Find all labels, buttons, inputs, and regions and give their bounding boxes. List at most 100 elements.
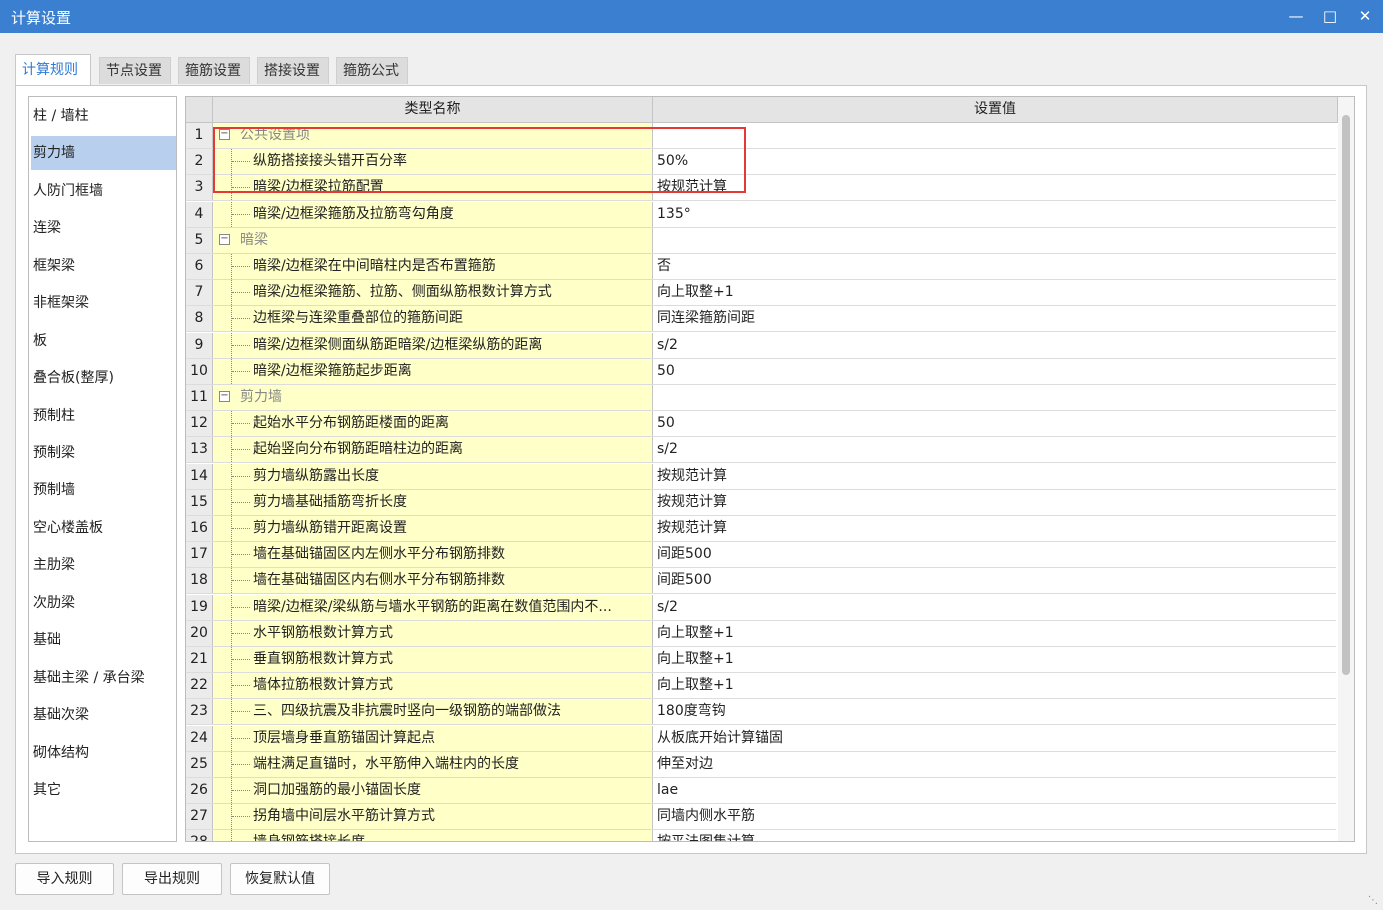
setting-value-cell[interactable]: 伸至对边 [653, 752, 1336, 777]
type-name-cell[interactable]: 水平钢筋根数计算方式 [213, 620, 653, 646]
table-row[interactable]: 17 墙在基础锚固区内左侧水平分布钢筋排数 间距500 [186, 542, 1336, 569]
setting-value-cell[interactable]: 间距500 [653, 542, 1336, 567]
table-row[interactable]: 19 暗梁/边框梁/梁纵筋与墙水平钢筋的距离在数值范围内不... s/2 [186, 594, 1336, 621]
sidebar-item[interactable]: 预制墙 [31, 473, 176, 507]
setting-value-cell[interactable]: lae [653, 778, 1336, 803]
sidebar-item[interactable]: 柱 / 墙柱 [31, 99, 176, 133]
type-name-cell[interactable]: 剪力墙基础插筋弯折长度 [213, 489, 653, 515]
restore-defaults-button[interactable]: 恢复默认值 [230, 863, 330, 895]
type-name-cell[interactable]: 三、四级抗震及非抗震时竖向一级钢筋的端部做法 [213, 699, 653, 725]
sidebar-item[interactable]: 连梁 [31, 211, 176, 245]
tab-calc-rules[interactable]: 计算规则 [15, 54, 91, 86]
resize-grip-icon[interactable]: ⋱ [1368, 895, 1380, 907]
sidebar-item[interactable]: 其它 [31, 773, 176, 807]
setting-value-cell[interactable]: 按规范计算 [653, 516, 1336, 541]
scrollbar-thumb[interactable] [1342, 115, 1350, 675]
setting-value-cell[interactable]: 135° [653, 202, 1336, 227]
collapse-icon[interactable]: − [219, 391, 230, 402]
type-name-cell[interactable]: 起始水平分布钢筋距楼面的距离 [213, 411, 653, 437]
table-row[interactable]: 8 边框梁与连梁重叠部位的箍筋间距 同连梁箍筋间距 [186, 306, 1336, 333]
setting-value-cell[interactable]: 180度弯钩 [653, 699, 1336, 724]
type-name-cell[interactable]: 边框梁与连梁重叠部位的箍筋间距 [213, 306, 653, 332]
sidebar-item[interactable]: 非框架梁 [31, 286, 176, 320]
sidebar-item[interactable]: 空心楼盖板 [31, 511, 176, 545]
table-row[interactable]: 22 墙体拉筋根数计算方式 向上取整+1 [186, 673, 1336, 700]
setting-value-cell[interactable] [653, 385, 1336, 410]
table-row[interactable]: 18 墙在基础锚固区内右侧水平分布钢筋排数 间距500 [186, 568, 1336, 595]
vertical-scrollbar[interactable] [1338, 97, 1354, 841]
type-name-cell[interactable]: 起始竖向分布钢筋距暗柱边的距离 [213, 437, 653, 463]
type-name-cell[interactable]: 墙在基础锚固区内右侧水平分布钢筋排数 [213, 568, 653, 594]
table-row[interactable]: 20 水平钢筋根数计算方式 向上取整+1 [186, 620, 1336, 647]
group-name-cell[interactable]: − 剪力墙 [213, 385, 653, 410]
setting-value-cell[interactable]: 从板底开始计算锚固 [653, 726, 1336, 751]
sidebar-item[interactable]: 基础主梁 / 承台梁 [31, 661, 176, 695]
sidebar-item[interactable]: 主肋梁 [31, 548, 176, 582]
setting-value-cell[interactable]: 向上取整+1 [653, 621, 1336, 646]
setting-value-cell[interactable]: s/2 [653, 595, 1336, 620]
tab-node-settings[interactable]: 节点设置 [99, 57, 171, 84]
table-row[interactable]: 5− 暗梁 [186, 227, 1336, 254]
type-name-cell[interactable]: 拐角墙中间层水平筋计算方式 [213, 804, 653, 830]
type-name-cell[interactable]: 洞口加强筋的最小锚固长度 [213, 778, 653, 803]
group-name-cell[interactable]: − 公共设置项 [213, 123, 653, 148]
table-row[interactable]: 28 墙身钢筋搭接长度 按平法图集计算 [186, 830, 1336, 841]
table-row[interactable]: 21 垂直钢筋根数计算方式 向上取整+1 [186, 647, 1336, 673]
setting-value-cell[interactable]: 按规范计算 [653, 175, 1336, 200]
setting-value-cell[interactable]: s/2 [653, 333, 1336, 358]
table-row[interactable]: 26 洞口加强筋的最小锚固长度 lae [186, 778, 1336, 804]
header-type-name[interactable]: 类型名称 [213, 97, 653, 122]
group-name-cell[interactable]: − 暗梁 [213, 227, 653, 253]
type-name-cell[interactable]: 墙身钢筋搭接长度 [213, 830, 653, 841]
type-name-cell[interactable]: 暗梁/边框梁箍筋及拉筋弯勾角度 [213, 201, 653, 227]
setting-value-cell[interactable]: 同墙内侧水平筋 [653, 804, 1336, 829]
type-name-cell[interactable]: 暗梁/边框梁在中间暗柱内是否布置箍筋 [213, 254, 653, 279]
type-name-cell[interactable]: 剪力墙纵筋错开距离设置 [213, 516, 653, 541]
tab-stirrup-settings[interactable]: 箍筋设置 [178, 57, 250, 84]
sidebar-item[interactable]: 框架梁 [31, 249, 176, 283]
table-row[interactable]: 12 起始水平分布钢筋距楼面的距离 50 [186, 411, 1336, 438]
setting-value-cell[interactable]: s/2 [653, 437, 1336, 462]
setting-value-cell[interactable]: 按平法图集计算 [653, 830, 1336, 841]
setting-value-cell[interactable]: 向上取整+1 [653, 280, 1336, 305]
setting-value-cell[interactable]: 50 [653, 359, 1336, 384]
tab-lap-settings[interactable]: 搭接设置 [257, 57, 329, 84]
component-list[interactable]: 柱 / 墙柱 剪力墙 人防门框墙 连梁 框架梁 非框架梁板叠合板(整厚) 预制柱 预制梁 预制墙… [28, 96, 177, 842]
collapse-icon[interactable]: − [219, 129, 230, 140]
table-row[interactable]: 9 暗梁/边框梁侧面纵筋距暗梁/边框梁纵筋的距离 s/2 [186, 332, 1336, 359]
maximize-icon[interactable]: □ [1317, 4, 1343, 28]
setting-value-cell[interactable]: 按规范计算 [653, 464, 1336, 489]
setting-value-cell[interactable]: 否 [653, 254, 1336, 279]
setting-value-cell[interactable]: 50% [653, 149, 1336, 174]
type-name-cell[interactable]: 暗梁/边框梁侧面纵筋距暗梁/边框梁纵筋的距离 [213, 332, 653, 358]
setting-value-cell[interactable]: 向上取整+1 [653, 647, 1336, 672]
setting-value-cell[interactable] [653, 123, 1336, 148]
sidebar-item[interactable]: 砌体结构 [31, 736, 176, 770]
table-row[interactable]: 2 纵筋搭接接头错开百分率 50% [186, 149, 1336, 176]
export-rules-button[interactable]: 导出规则 [122, 863, 222, 895]
close-icon[interactable]: ✕ [1352, 4, 1378, 28]
sidebar-item[interactable]: 基础 [31, 623, 176, 657]
table-row[interactable]: 14 剪力墙纵筋露出长度 按规范计算 [186, 463, 1336, 490]
sidebar-item[interactable]: 基础次梁 [31, 698, 176, 732]
type-name-cell[interactable]: 端柱满足直锚时，水平筋伸入端柱内的长度 [213, 751, 653, 777]
type-name-cell[interactable]: 暗梁/边框梁箍筋起步距离 [213, 358, 653, 384]
type-name-cell[interactable]: 墙在基础锚固区内左侧水平分布钢筋排数 [213, 542, 653, 568]
setting-value-cell[interactable]: 同连梁箍筋间距 [653, 306, 1336, 331]
import-rules-button[interactable]: 导入规则 [15, 863, 114, 895]
table-row[interactable]: 11− 剪力墙 [186, 385, 1336, 411]
type-name-cell[interactable]: 暗梁/边框梁拉筋配置 [213, 175, 653, 201]
table-row[interactable]: 13 起始竖向分布钢筋距暗柱边的距离 s/2 [186, 437, 1336, 464]
setting-value-cell[interactable]: 50 [653, 411, 1336, 436]
table-row[interactable]: 25 端柱满足直锚时，水平筋伸入端柱内的长度 伸至对边 [186, 751, 1336, 778]
type-name-cell[interactable]: 垂直钢筋根数计算方式 [213, 647, 653, 672]
minimize-icon[interactable]: — [1283, 4, 1309, 28]
sidebar-item[interactable]: 预制柱 [31, 399, 176, 433]
table-row[interactable]: 27 拐角墙中间层水平筋计算方式 同墙内侧水平筋 [186, 804, 1336, 831]
table-row[interactable]: 7 暗梁/边框梁箍筋、拉筋、侧面纵筋根数计算方式 向上取整+1 [186, 280, 1336, 307]
table-row[interactable]: 15 剪力墙基础插筋弯折长度 按规范计算 [186, 489, 1336, 516]
sidebar-item[interactable]: 剪力墙 [31, 136, 176, 170]
table-row[interactable]: 6 暗梁/边框梁在中间暗柱内是否布置箍筋 否 [186, 254, 1336, 280]
type-name-cell[interactable]: 暗梁/边框梁/梁纵筋与墙水平钢筋的距离在数值范围内不... [213, 594, 653, 620]
sidebar-item[interactable]: 人防门框墙 [31, 174, 176, 208]
